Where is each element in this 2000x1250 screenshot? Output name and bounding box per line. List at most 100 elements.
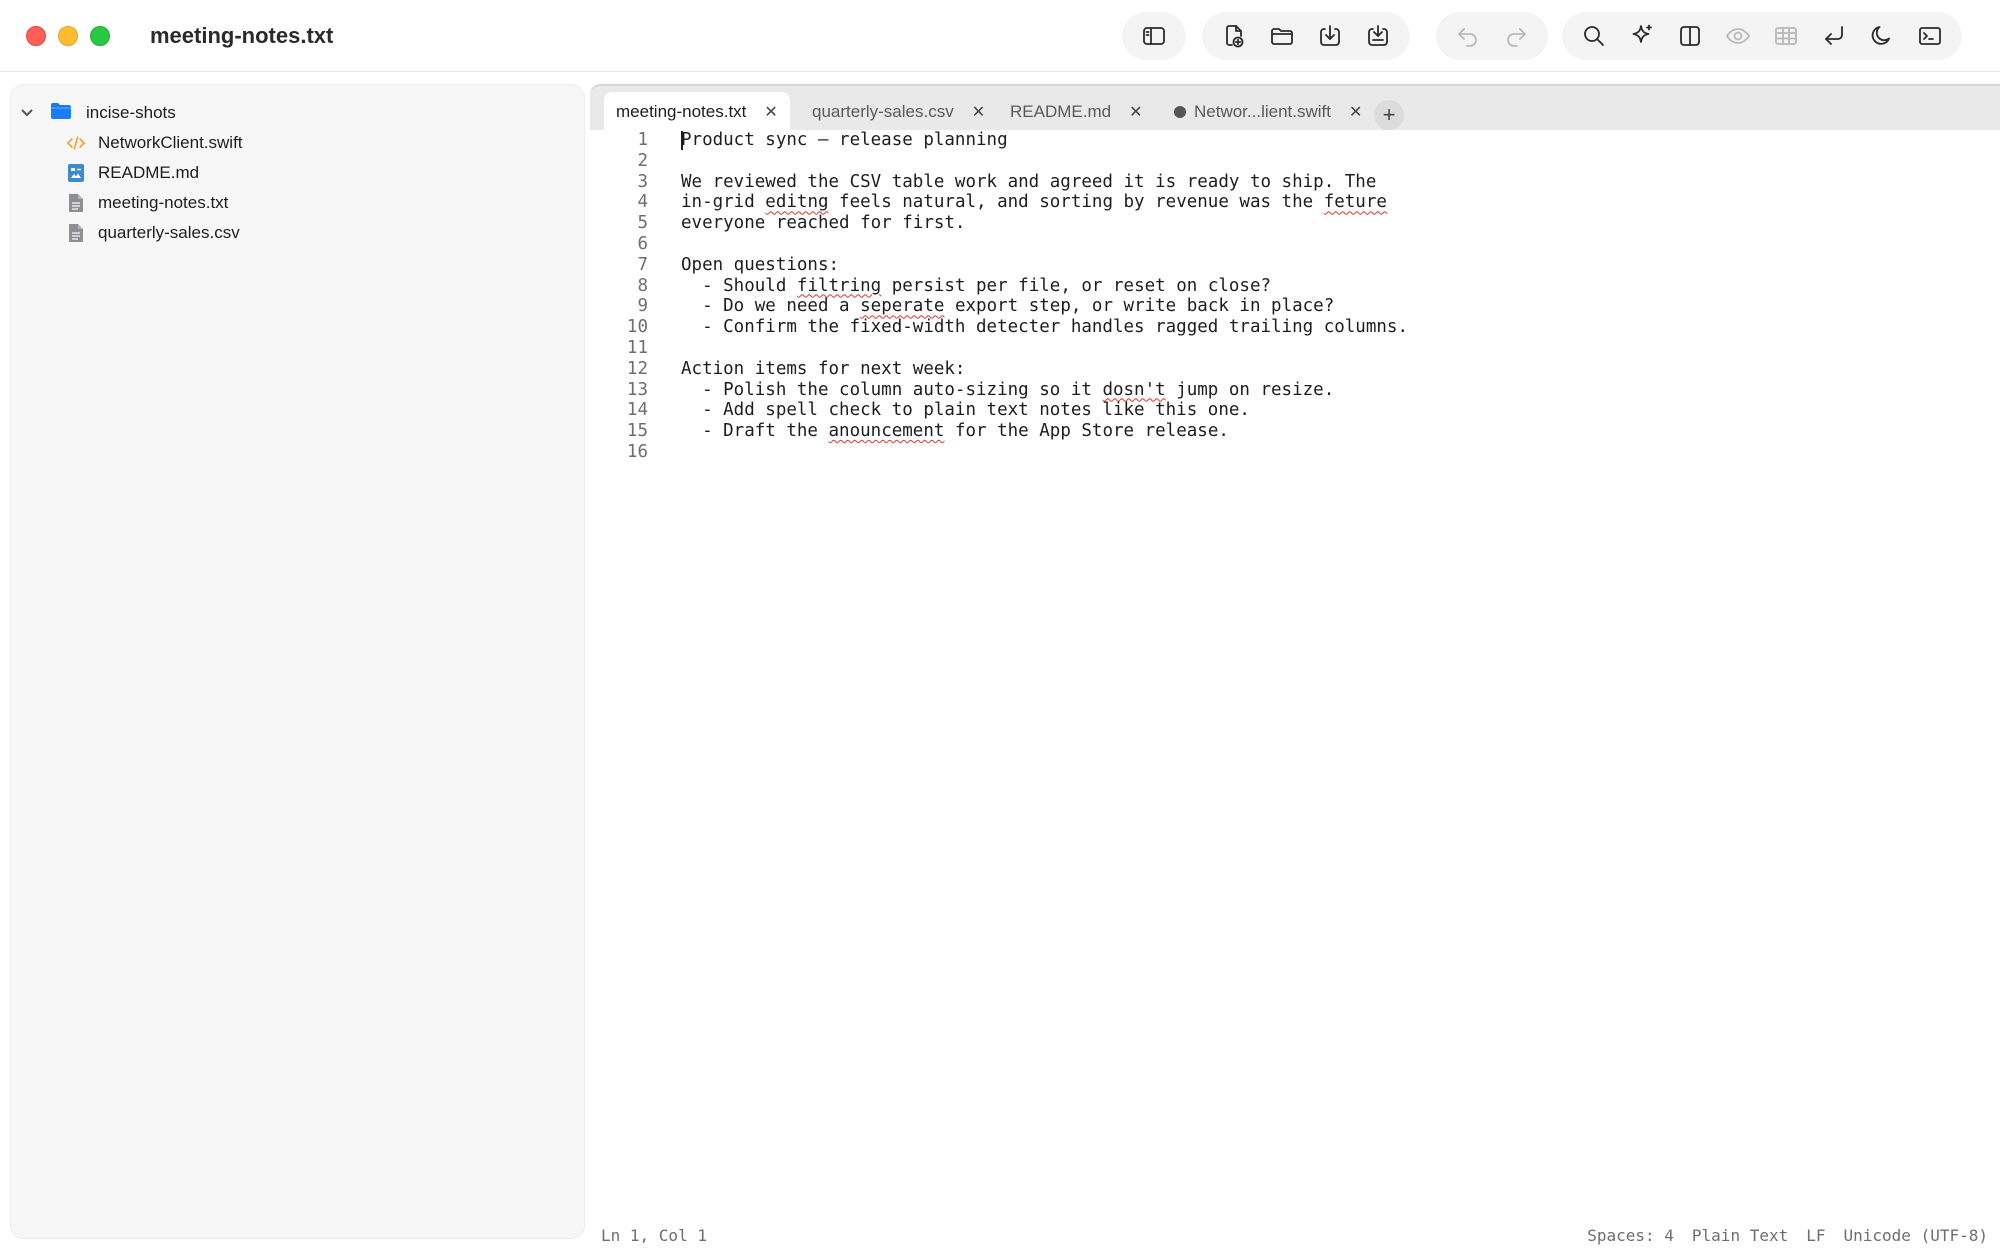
- save-button[interactable]: [1354, 12, 1402, 60]
- code-line[interactable]: 13 - Polish the column auto-sizing so it…: [590, 380, 2000, 401]
- sidebar-toggle-icon: [1143, 27, 1165, 45]
- status-right-group: Spaces: 4 Plain Text LF Unicode (UTF-8): [1587, 1226, 1988, 1245]
- encoding[interactable]: Unicode (UTF-8): [1844, 1226, 1989, 1245]
- sparkle-icon: [1632, 24, 1652, 43]
- code-line[interactable]: 9 - Do we need a seperate export step, o…: [590, 296, 2000, 317]
- undo-icon: [1458, 28, 1477, 47]
- sidebar-item-label: NetworkClient.swift: [98, 133, 243, 152]
- code-line[interactable]: 14 - Add spell check to plain text notes…: [590, 400, 2000, 421]
- sidebar-item-meeting-notes[interactable]: meeting-notes.txt: [66, 188, 228, 218]
- tab-label: README.md: [1010, 102, 1112, 121]
- tab-readme[interactable]: README.md ✕: [998, 92, 1154, 132]
- download-button[interactable]: [1306, 12, 1354, 60]
- code-line[interactable]: 2: [590, 151, 2000, 172]
- line-number: 9: [637, 296, 648, 317]
- sidebar-item-networkclient[interactable]: NetworkClient.swift: [66, 128, 243, 158]
- code-line[interactable]: 4 in-grid editng feels natural, and sorti…: [590, 192, 2000, 213]
- table-view-button[interactable]: [1762, 12, 1810, 60]
- file-sidebar: [10, 84, 585, 1239]
- add-tab-button[interactable]: +: [1374, 100, 1404, 130]
- open-folder-icon: [1271, 28, 1293, 45]
- line-text: - Polish the column auto-sizing so it do…: [681, 379, 1335, 400]
- toolbar-group-sidebar: [1122, 12, 1186, 60]
- code-line[interactable]: 5 everyone reached for first.: [590, 213, 2000, 234]
- text-file-icon: [66, 193, 86, 213]
- code-line[interactable]: 12 Action items for next week:: [590, 359, 2000, 380]
- cursor-position[interactable]: Ln 1, Col 1: [601, 1226, 707, 1245]
- search-button[interactable]: [1570, 12, 1618, 60]
- title-bar: meeting-notes.txt: [0, 0, 2000, 72]
- table-icon: [1775, 27, 1797, 45]
- editor-pane: meeting-notes.txt ✕ quarterly-sales.csv …: [590, 84, 2000, 1250]
- code-line[interactable]: 7 Open questions:: [590, 255, 2000, 276]
- terminal-button[interactable]: [1906, 12, 1954, 60]
- misspelled-word[interactable]: anouncement: [829, 421, 945, 441]
- tab-quarterly-sales[interactable]: quarterly-sales.csv ✕: [800, 92, 997, 132]
- close-tab-icon[interactable]: ✕: [1349, 102, 1362, 122]
- line-number: 8: [637, 275, 648, 296]
- misspelled-word[interactable]: feture: [1324, 192, 1387, 212]
- line-number: 12: [626, 358, 648, 379]
- toolbar-group-history: [1436, 12, 1548, 60]
- code-line[interactable]: 8 - Should filtring persist per file, or…: [590, 276, 2000, 297]
- toggle-sidebar-button[interactable]: [1130, 12, 1178, 60]
- misspelled-word[interactable]: filtring: [797, 276, 881, 296]
- preview-button[interactable]: [1714, 12, 1762, 60]
- line-number: 14: [626, 400, 648, 421]
- text-cursor: [681, 131, 683, 150]
- unsaved-dot-icon: [1174, 106, 1186, 118]
- split-view-icon: [1680, 26, 1700, 46]
- line-text: Open questions:: [681, 254, 840, 275]
- swift-code-icon: [66, 133, 86, 153]
- app-window: meeting-notes.txt incise-shots NetworkCl…: [0, 0, 2000, 1250]
- ai-assist-button[interactable]: [1618, 12, 1666, 60]
- split-view-button[interactable]: [1666, 12, 1714, 60]
- code-line[interactable]: 15 - Draft the anouncement for the App S…: [590, 421, 2000, 442]
- close-tab-icon[interactable]: ✕: [972, 102, 985, 122]
- code-line[interactable]: 6: [590, 234, 2000, 255]
- save-icon: [1368, 25, 1388, 46]
- terminal-icon: [1919, 27, 1941, 45]
- undo-button[interactable]: [1444, 12, 1492, 60]
- redo-button[interactable]: [1492, 12, 1540, 60]
- sidebar-root-label: incise-shots: [86, 103, 176, 122]
- tab-bar: meeting-notes.txt ✕ quarterly-sales.csv …: [590, 84, 2000, 132]
- code-editor[interactable]: 1 Product sync — release planning 2 3 We rev…: [590, 130, 2000, 463]
- line-number: 1: [637, 130, 648, 150]
- preview-eye-icon: [1726, 28, 1750, 44]
- line-number: 6: [637, 233, 648, 254]
- close-window-button[interactable]: [26, 26, 46, 46]
- line-number: 2: [637, 150, 648, 171]
- tab-meeting-notes[interactable]: meeting-notes.txt ✕: [604, 92, 790, 132]
- chevron-down-icon[interactable]: [18, 104, 36, 122]
- code-line[interactable]: 1 Product sync — release planning: [590, 130, 2000, 151]
- sidebar-item-quarterly-sales[interactable]: quarterly-sales.csv: [66, 218, 240, 248]
- sidebar-item-readme[interactable]: README.md: [66, 158, 199, 188]
- dark-mode-button[interactable]: [1858, 12, 1906, 60]
- word-wrap-button[interactable]: [1810, 12, 1858, 60]
- line-number: 3: [637, 171, 648, 192]
- minimize-window-button[interactable]: [58, 26, 78, 46]
- maximize-window-button[interactable]: [90, 26, 110, 46]
- toolbar-group-view: [1562, 12, 1962, 60]
- line-ending[interactable]: LF: [1806, 1226, 1825, 1245]
- open-folder-button[interactable]: [1258, 12, 1306, 60]
- indent-setting[interactable]: Spaces: 4: [1587, 1226, 1674, 1245]
- markdown-file-icon: [66, 163, 86, 183]
- close-tab-icon[interactable]: ✕: [764, 102, 777, 122]
- status-bar: Ln 1, Col 1 Spaces: 4 Plain Text LF Unic…: [590, 1222, 2000, 1250]
- sidebar-root-folder[interactable]: incise-shots: [18, 98, 176, 128]
- close-tab-icon[interactable]: ✕: [1129, 102, 1142, 122]
- misspelled-word[interactable]: seperate: [860, 296, 944, 316]
- language-mode[interactable]: Plain Text: [1692, 1226, 1788, 1245]
- code-line[interactable]: 3 We reviewed the CSV table work and agre…: [590, 172, 2000, 193]
- misspelled-word[interactable]: dosn't: [1102, 380, 1165, 400]
- code-line[interactable]: 16: [590, 442, 2000, 463]
- line-text: We reviewed the CSV table work and agree…: [681, 171, 1377, 192]
- code-line[interactable]: 10 - Confirm the fixed-width detecter ha…: [590, 317, 2000, 338]
- line-number: 5: [637, 213, 648, 234]
- code-line[interactable]: 11: [590, 338, 2000, 359]
- new-file-button[interactable]: [1210, 12, 1258, 60]
- misspelled-word[interactable]: editng: [765, 192, 828, 212]
- tab-networkclient[interactable]: Networ...lient.swift ✕: [1162, 92, 1374, 132]
